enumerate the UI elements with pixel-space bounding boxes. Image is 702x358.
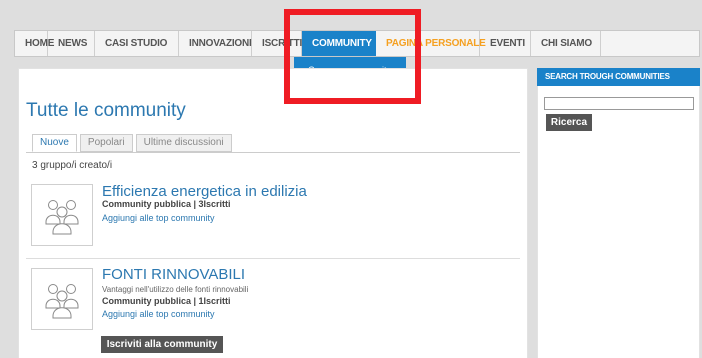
- nav-home[interactable]: HOME: [15, 31, 54, 56]
- nav-iscritti[interactable]: ISCRITTI: [252, 31, 302, 56]
- community-title[interactable]: Efficienza energetica in edilizia: [102, 183, 307, 200]
- search-sidebar: [537, 68, 700, 358]
- add-to-top-link[interactable]: Aggiungi alle top community: [102, 309, 215, 319]
- join-community-button[interactable]: Iscriviti alla community: [101, 336, 223, 353]
- community-tabs: Nuove Popolari Ultime discussioni: [32, 134, 232, 152]
- tab-ultime-discussioni[interactable]: Ultime discussioni: [135, 134, 232, 152]
- search-button[interactable]: Ricerca: [546, 114, 592, 131]
- community-meta: Community pubblica | 3Iscritti: [102, 199, 231, 209]
- group-icon: [45, 284, 79, 319]
- group-icon: [45, 200, 79, 235]
- community-description: Vantaggi nell'utilizzo delle fonti rinno…: [102, 285, 249, 294]
- community-separator: [26, 258, 520, 259]
- community-thumbnail[interactable]: [31, 268, 93, 330]
- main-navbar: HOME NEWS CASI STUDIO INNOVAZIONI ISCRIT…: [14, 30, 700, 57]
- page-title: Tutte le community: [26, 100, 186, 121]
- group-count: 3 gruppo/i creato/i: [32, 160, 113, 171]
- nav-community[interactable]: COMMUNITY: [302, 31, 376, 56]
- tab-nuove[interactable]: Nuove: [32, 134, 77, 152]
- sidebar-heading: SEARCH TROUGH COMMUNITIES: [537, 68, 700, 86]
- nav-eventi[interactable]: EVENTI: [480, 31, 531, 56]
- community-thumbnail[interactable]: [31, 184, 93, 246]
- community-title[interactable]: FONTI RINNOVABILI: [102, 266, 245, 283]
- nav-chi-siamo[interactable]: CHI SIAMO: [531, 31, 601, 56]
- add-to-top-link[interactable]: Aggiungi alle top community: [102, 213, 215, 223]
- community-meta: Community pubblica | 1Iscritti: [102, 296, 231, 306]
- tab-popolari[interactable]: Popolari: [79, 134, 133, 152]
- nav-casi-studio[interactable]: CASI STUDIO: [95, 31, 179, 56]
- tab-divider: [26, 152, 520, 153]
- nav-innovazioni[interactable]: INNOVAZIONI: [179, 31, 252, 56]
- nav-news[interactable]: NEWS: [48, 31, 95, 56]
- nav-pagina-personale[interactable]: PAGINA PERSONALE: [376, 31, 486, 56]
- community-search-input[interactable]: [544, 97, 694, 110]
